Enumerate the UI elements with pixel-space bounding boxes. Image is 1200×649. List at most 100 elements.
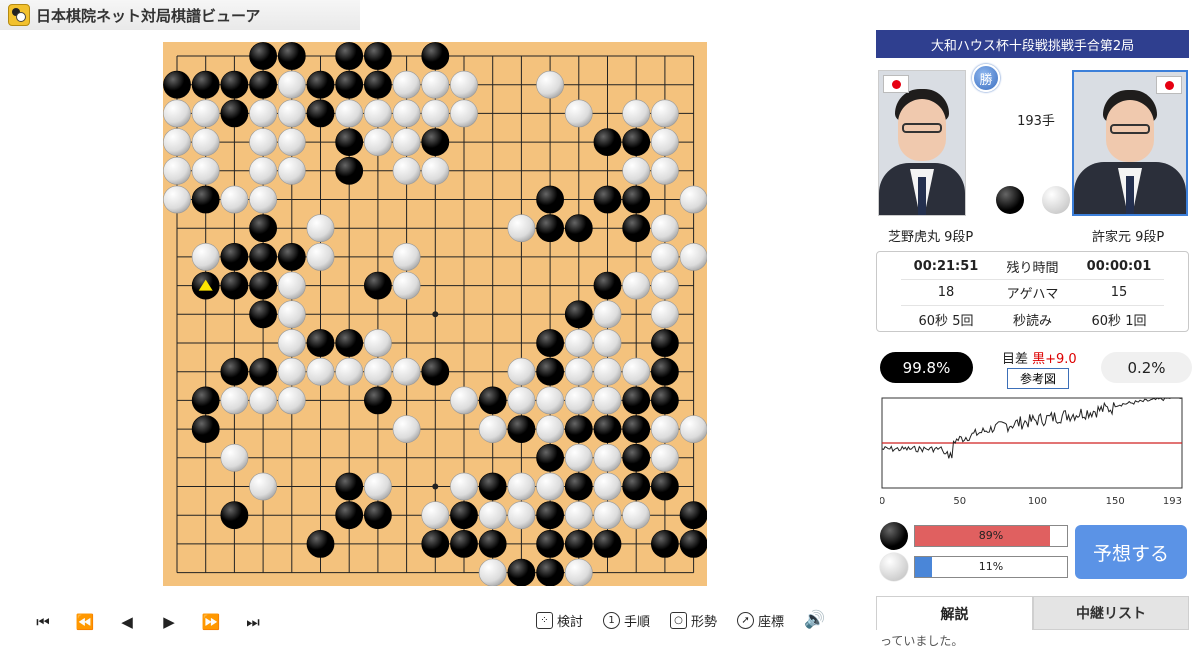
black-stone [335, 128, 364, 157]
white-stone [421, 99, 450, 128]
black-stone [622, 443, 651, 472]
white-stone [277, 329, 306, 357]
previous-move-button[interactable]: ◀ [106, 607, 148, 637]
black-stone [191, 185, 220, 214]
black-stone [593, 529, 622, 558]
white-stone [593, 300, 622, 329]
white-stone [593, 443, 622, 472]
black-stone [421, 128, 450, 157]
compass-icon: ➚ [737, 611, 755, 629]
white-stone [650, 156, 679, 185]
white-stone [679, 415, 707, 443]
white-stone [478, 501, 507, 530]
black-stone [163, 70, 191, 99]
black-prediction-percent: 89% [978, 529, 1004, 542]
white-stone [564, 443, 593, 472]
white-stone [277, 357, 306, 386]
white-stone [593, 357, 622, 386]
captures-row: 18 アゲハマ 15 [901, 280, 1164, 306]
white-stone [564, 501, 593, 530]
white-stone [507, 501, 536, 530]
black-stone [220, 357, 249, 386]
white-stone [392, 70, 421, 99]
back-many-button[interactable]: ⏪ [64, 607, 106, 637]
white-stone [392, 156, 421, 185]
first-move-button[interactable]: ⏮ [22, 607, 64, 637]
black-stone [220, 501, 249, 530]
black-stone [363, 501, 392, 530]
graph-tick-label: 100 [1028, 496, 1047, 507]
black-stone [335, 70, 364, 99]
black-stone [622, 128, 651, 157]
white-stone [363, 128, 392, 157]
go-board-grid[interactable] [163, 42, 707, 586]
white-stone [163, 156, 191, 185]
move-order-tool[interactable]: 1 手順 [603, 611, 650, 630]
black-stone [421, 529, 450, 558]
white-stone [564, 386, 593, 415]
predict-button[interactable]: 予想する [1075, 525, 1187, 579]
black-stone [249, 271, 278, 300]
black-stone [249, 214, 278, 243]
review-tool[interactable]: ⁘ 検討 [536, 611, 583, 630]
black-stone [220, 99, 249, 128]
game-info-table: 00:21:51 残り時間 00:00:01 18 アゲハマ 15 60秒 5回… [876, 251, 1189, 332]
white-stone [536, 472, 565, 501]
black-stone [306, 99, 335, 128]
graph-tick-label: 0 [880, 496, 885, 507]
situation-tool[interactable]: ○ 形勢 [670, 611, 717, 630]
black-stone [650, 472, 679, 501]
coordinates-tool[interactable]: ➚ 座標 [737, 611, 784, 630]
white-stone [335, 99, 364, 128]
white-stone [163, 99, 191, 128]
black-stone [536, 443, 565, 472]
move-order-icon: 1 [603, 611, 621, 629]
white-stone [450, 99, 478, 128]
move-navigation: ⏮ ⏪ ◀ ▶ ⏩ ⏭ [22, 607, 274, 637]
white-stone [392, 99, 421, 128]
white-stone [277, 386, 306, 415]
white-stone [163, 128, 191, 157]
time-left-row: 00:21:51 残り時間 00:00:01 [901, 254, 1164, 280]
black-stone [191, 415, 220, 444]
white-stone [220, 386, 249, 415]
situation-label: 形勢 [691, 614, 718, 630]
black-stone [536, 501, 565, 530]
black-stone [536, 329, 565, 357]
last-move-button[interactable]: ⏭ [232, 607, 274, 637]
review-icon: ⁘ [536, 611, 553, 629]
next-move-button[interactable]: ▶ [148, 607, 190, 637]
white-stone [650, 99, 679, 128]
white-stone-icon [1042, 186, 1070, 214]
match-title: 大和ハウス杯十段戦挑戦手合第2局 [876, 30, 1189, 58]
black-stone [679, 530, 707, 558]
black-stone [277, 42, 306, 70]
black-stone [536, 185, 565, 214]
tab-relay-list[interactable]: 中継リスト [1033, 596, 1189, 630]
go-board[interactable] [163, 42, 707, 586]
black-stone [249, 70, 278, 99]
white-stone [507, 214, 536, 243]
japan-flag-icon [883, 75, 909, 93]
white-stone [191, 242, 220, 271]
black-stone [335, 156, 364, 185]
black-stone [421, 42, 450, 70]
black-stone [306, 529, 335, 558]
black-stone [335, 42, 364, 70]
white-stone [306, 214, 335, 243]
white-stone [450, 386, 478, 415]
white-stone [564, 99, 593, 128]
forward-many-button[interactable]: ⏩ [190, 607, 232, 637]
black-stone [650, 386, 679, 415]
score-margin-label: 目差 [1002, 352, 1033, 367]
black-stone [536, 558, 564, 586]
review-label: 検討 [557, 614, 584, 630]
black-stone [564, 472, 593, 501]
black-stone [564, 300, 593, 329]
tab-commentary[interactable]: 解説 [876, 596, 1033, 630]
speaker-icon[interactable]: 🔊 [804, 610, 825, 630]
reference-diagram-button[interactable]: 参考図 [1007, 368, 1069, 389]
black-stone [363, 271, 392, 300]
black-stone [593, 271, 622, 300]
black-stone [363, 42, 392, 70]
